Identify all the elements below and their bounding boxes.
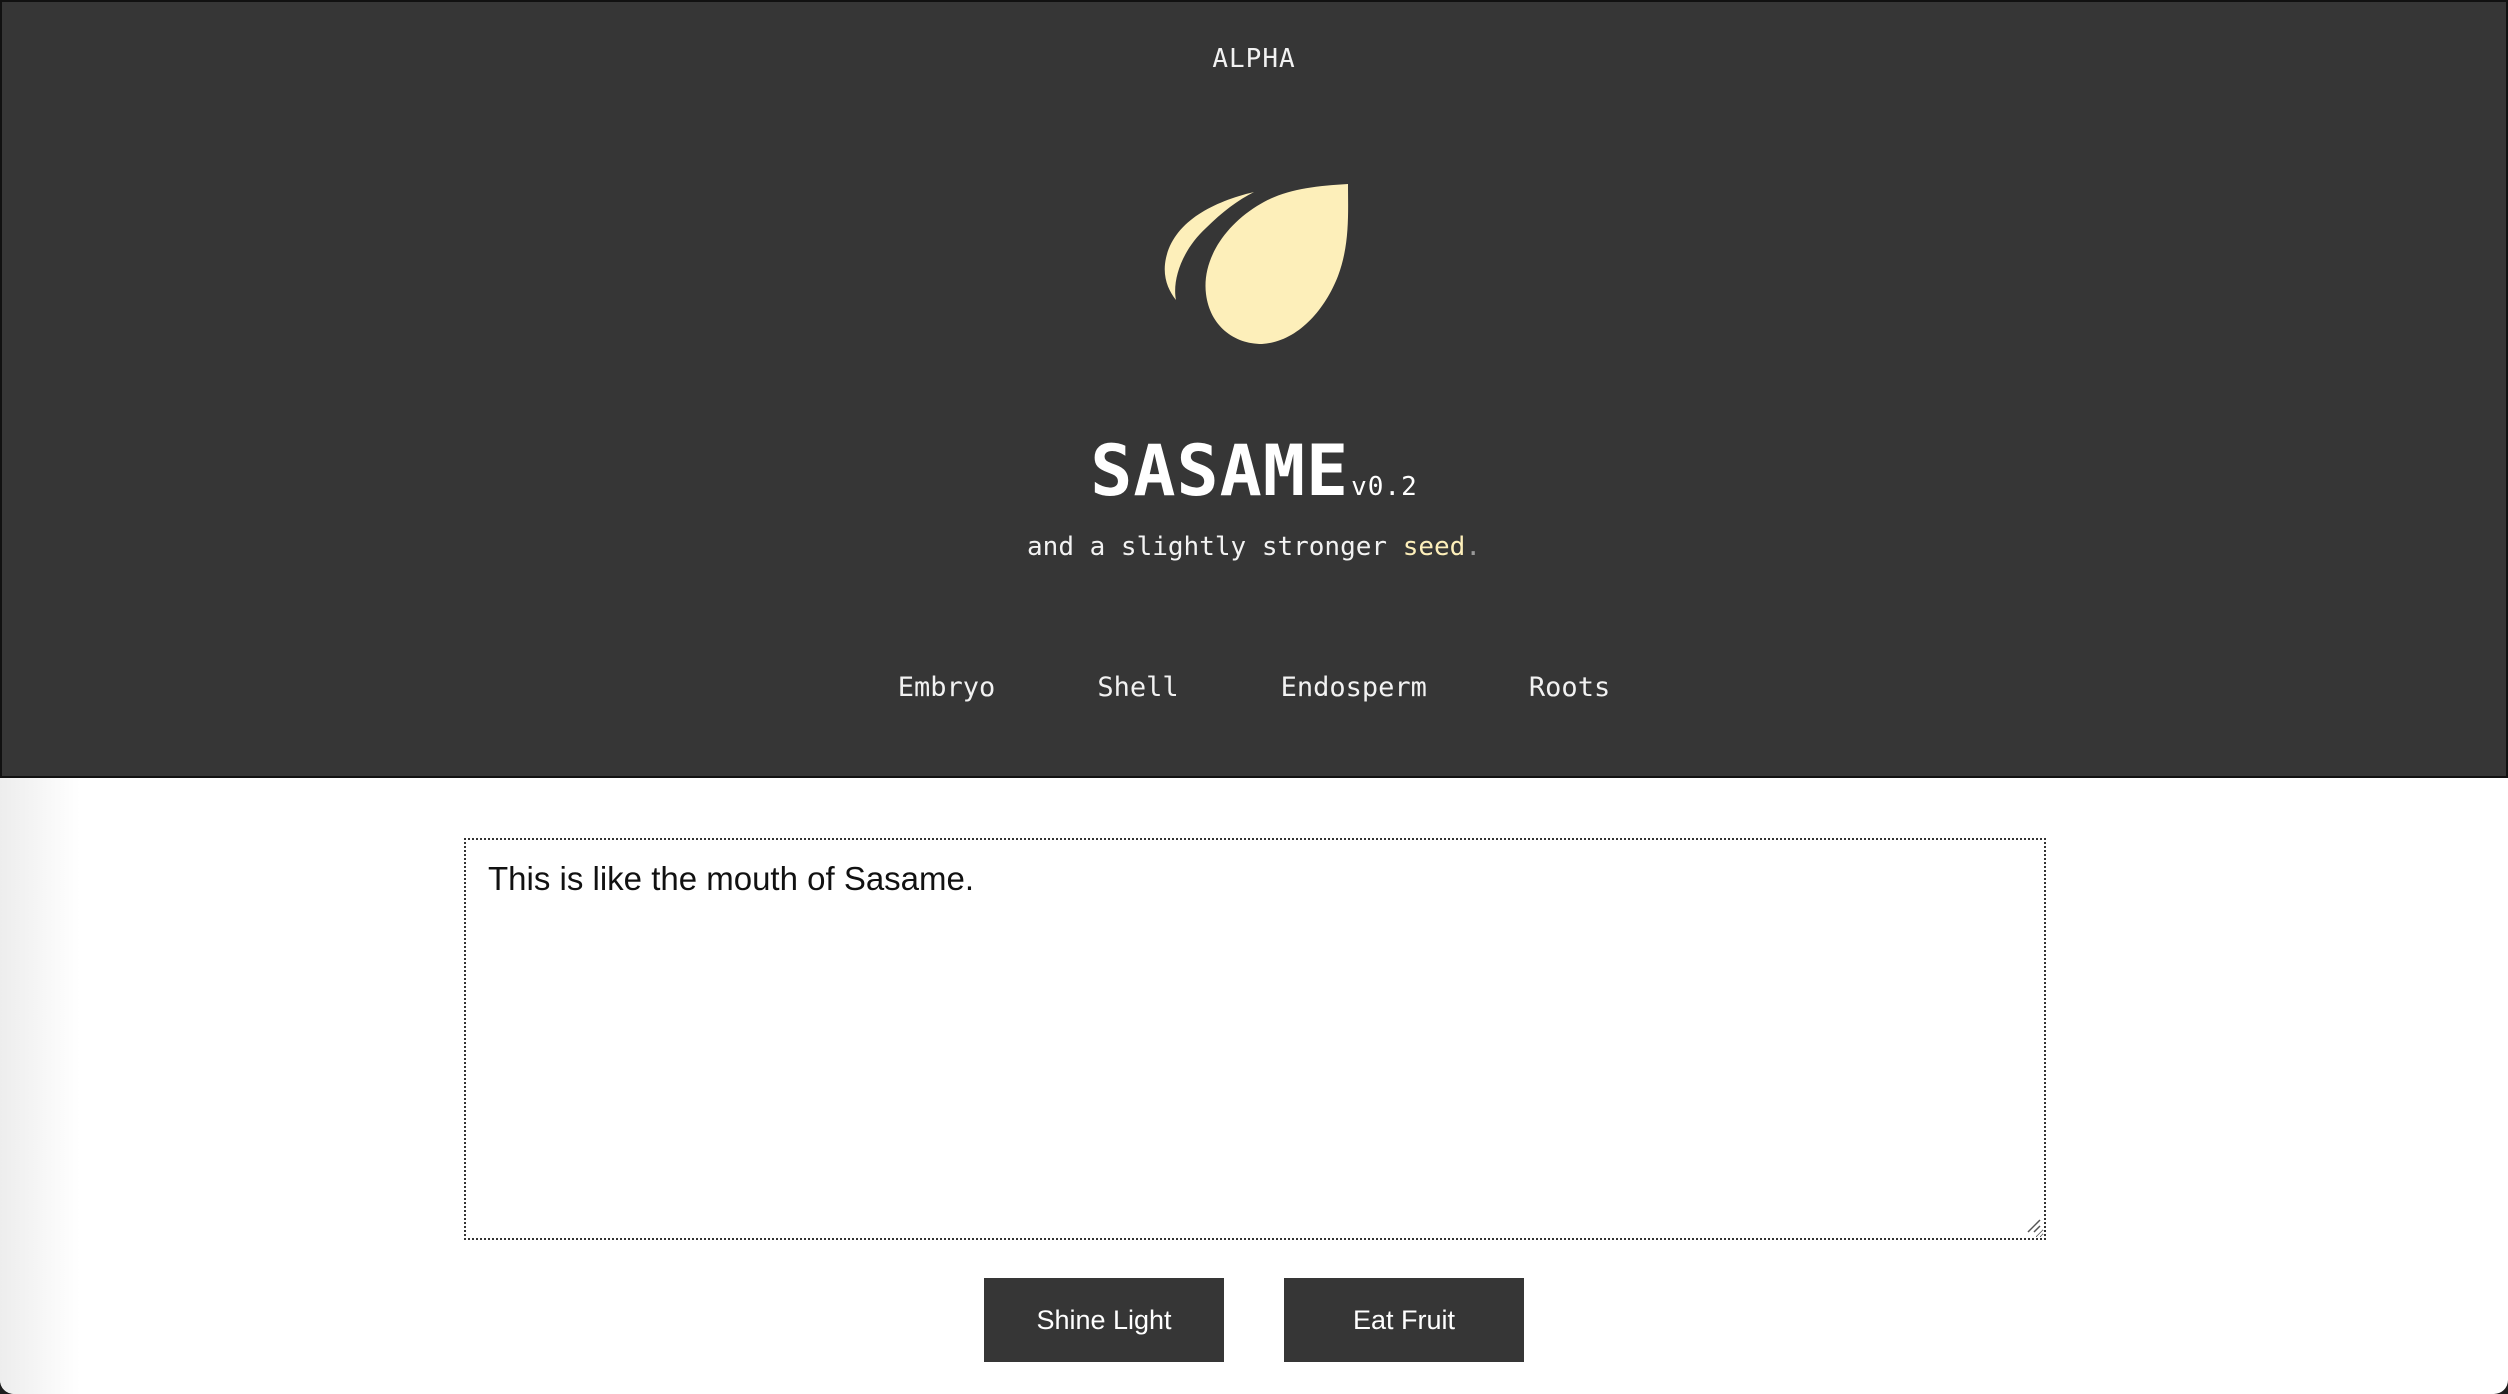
tagline: and a slightly stronger seed.: [2, 532, 2506, 562]
tagline-period: .: [1465, 532, 1481, 562]
eat-fruit-button[interactable]: Eat Fruit: [1284, 1278, 1524, 1362]
input-textarea[interactable]: This is like the mouth of Sasame.: [464, 838, 2046, 1240]
nav-item-shell[interactable]: Shell: [1095, 672, 1180, 703]
app-title: SASAME: [1090, 430, 1350, 512]
main-nav: Embryo Shell Endosperm Roots: [2, 672, 2506, 703]
app-version: v0.2: [1351, 472, 1418, 502]
left-edge-shadow: [0, 778, 80, 1394]
nav-item-roots[interactable]: Roots: [1527, 672, 1612, 703]
tagline-text: and a slightly stronger: [1027, 532, 1403, 562]
nav-item-endosperm[interactable]: Endosperm: [1279, 672, 1429, 703]
seed-icon: [1164, 184, 1349, 344]
app-title-row: SASAMEv0.2: [2, 430, 2506, 512]
nav-item-embryo[interactable]: Embryo: [896, 672, 998, 703]
app-page: ALPHA SASAMEv0.2 and a slightly stronger…: [0, 0, 2508, 1394]
resize-grip-icon[interactable]: [2024, 1216, 2042, 1234]
release-badge: ALPHA: [1212, 44, 1296, 74]
site-header: ALPHA SASAMEv0.2 and a slightly stronger…: [0, 0, 2508, 778]
tagline-accent: seed: [1402, 532, 1466, 562]
shine-light-button[interactable]: Shine Light: [984, 1278, 1224, 1362]
